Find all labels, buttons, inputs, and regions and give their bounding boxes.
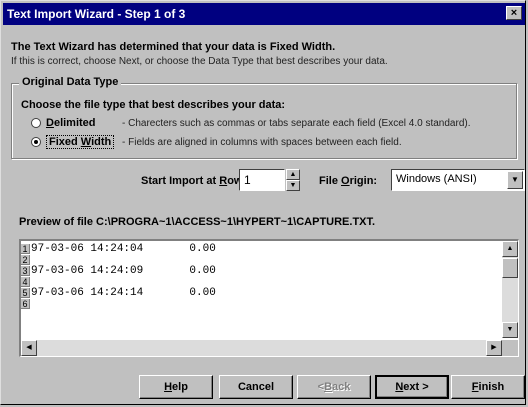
row-number: 5 [21, 287, 30, 298]
text-import-wizard-dialog: Text Import Wizard - Step 1 of 3 × The T… [0, 0, 526, 405]
delimited-option[interactable]: Delimited - Charecters such as commas or… [31, 117, 471, 129]
row-number: 4 [21, 276, 30, 287]
delimited-radio[interactable] [31, 118, 41, 128]
row-text: 97-03-06 14:24:09 0.00 [31, 264, 216, 277]
scroll-up-icon[interactable]: ▲ [502, 241, 518, 257]
preview-row: 5 97-03-06 14:24:14 0.00 [21, 286, 497, 299]
delimited-label[interactable]: Delimited [46, 117, 116, 129]
preview-pane[interactable]: 1 97-03-06 14:24:04 0.00 2 3 97-03-06 14… [19, 239, 519, 357]
scrollbar-corner [502, 340, 518, 356]
vertical-scroll-thumb[interactable] [502, 258, 518, 278]
row-number: 3 [21, 265, 30, 276]
spin-down-icon[interactable]: ▼ [286, 180, 300, 191]
help-button[interactable]: Help [139, 375, 213, 399]
start-row-spinner[interactable]: ▲ ▼ [286, 169, 300, 191]
fixed-width-label[interactable]: Fixed Width [46, 135, 116, 149]
window-title: Text Import Wizard - Step 1 of 3 [7, 7, 186, 21]
row-number: 6 [21, 298, 30, 309]
title-bar: Text Import Wizard - Step 1 of 3 × [3, 3, 525, 25]
start-import-row-input[interactable]: 1 [239, 169, 285, 191]
group-title: Original Data Type [19, 76, 122, 88]
back-button[interactable]: < Back [297, 375, 371, 399]
finish-button[interactable]: Finish [451, 375, 525, 399]
scroll-down-icon[interactable]: ▼ [502, 322, 518, 338]
row-text: 97-03-06 14:24:04 0.00 [31, 242, 216, 255]
preview-row: 6 [21, 298, 497, 309]
intro-subtext: If this is correct, choose Next, or choo… [11, 56, 388, 67]
scroll-right-icon[interactable]: ▶ [486, 340, 502, 356]
preview-row: 1 97-03-06 14:24:04 0.00 [21, 242, 497, 255]
intro-heading: The Text Wizard has determined that your… [11, 41, 336, 53]
cancel-button[interactable]: Cancel [219, 375, 293, 399]
close-button[interactable]: × [506, 6, 522, 20]
row-text: 97-03-06 14:24:14 0.00 [31, 286, 216, 299]
spin-up-icon[interactable]: ▲ [286, 169, 300, 180]
delimited-description: - Charecters such as commas or tabs sepa… [122, 117, 471, 129]
next-button[interactable]: Next > [375, 375, 449, 399]
scroll-left-icon[interactable]: ◀ [21, 340, 37, 356]
start-import-row-label: Start Import at Row: [141, 175, 247, 187]
dropdown-arrow-icon[interactable]: ▼ [507, 171, 523, 189]
vertical-scrollbar[interactable]: ▲ ▼ [502, 241, 518, 338]
file-origin-value: Windows (ANSI) [396, 173, 477, 185]
row-number: 2 [21, 254, 30, 265]
fixed-width-option[interactable]: Fixed Width - Fields are aligned in colu… [31, 135, 402, 149]
horizontal-scrollbar[interactable]: ◀ ▶ [21, 340, 502, 356]
row-number: 1 [21, 243, 30, 254]
preview-row: 3 97-03-06 14:24:09 0.00 [21, 264, 497, 277]
preview-row: 2 [21, 254, 497, 265]
preview-label: Preview of file C:\PROGRA~1\ACCESS~1\HYP… [19, 216, 376, 228]
fixed-width-description: - Fields are aligned in columns with spa… [122, 136, 402, 148]
file-origin-label: File Origin: [319, 175, 378, 187]
preview-rows: 1 97-03-06 14:24:04 0.00 2 3 97-03-06 14… [21, 243, 497, 309]
file-origin-select[interactable]: Windows (ANSI) ▼ [391, 169, 525, 191]
choose-file-type-label: Choose the file type that best describes… [21, 99, 286, 111]
preview-row: 4 [21, 276, 497, 287]
fixed-width-radio[interactable] [31, 137, 41, 147]
